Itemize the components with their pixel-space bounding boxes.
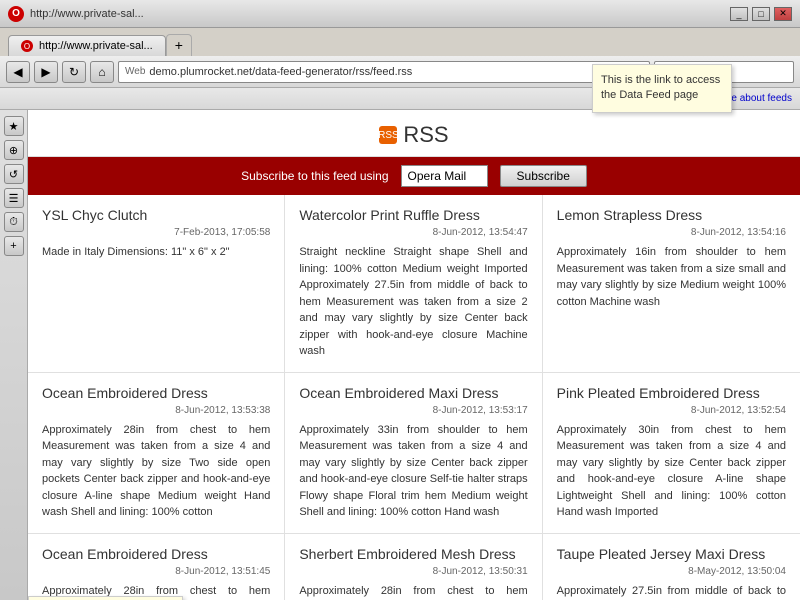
product-item-2: Watercolor Print Ruffle Dress 8-Jun-2012… (285, 195, 542, 373)
browser-chrome: O http://www.private-sal... _ □ ✕ O http… (0, 0, 800, 110)
address-bar[interactable]: Web demo.plumrocket.net/data-feed-genera… (118, 61, 650, 83)
product-name-2: Watercolor Print Ruffle Dress (299, 207, 527, 223)
product-name-6: Pink Pleated Embroidered Dress (557, 385, 786, 401)
product-grid: YSL Chyc Clutch 7-Feb-2013, 17:05:58 Mad… (28, 195, 800, 600)
product-name-9: Taupe Pleated Jersey Maxi Dress (557, 546, 786, 562)
product-date-6: 8-Jun-2012, 13:52:54 (557, 405, 786, 416)
product-desc-8: Approximately 28in from chest to hem Mea… (299, 583, 527, 600)
opera-logo: O (8, 6, 24, 22)
sidebar-mail-icon[interactable]: ☰ (4, 188, 24, 208)
window-controls: _ □ ✕ (730, 7, 792, 21)
product-desc-1: Made in Italy Dimensions: 11" x 6" x 2" (42, 244, 270, 261)
product-name-1: YSL Chyc Clutch (42, 207, 270, 223)
sidebar-speed-dial-icon[interactable]: ⊕ (4, 140, 24, 160)
product-desc-6: Approximately 30in from chest to hem Mea… (557, 422, 786, 521)
subscribe-label: Subscribe to this feed using (241, 169, 388, 183)
minimize-button[interactable]: _ (730, 7, 748, 21)
address-prefix: Web (125, 66, 145, 77)
title-bar: O http://www.private-sal... _ □ ✕ (0, 0, 800, 28)
product-date-5: 8-Jun-2012, 13:53:17 (299, 405, 527, 416)
tab-label: http://www.private-sal... (39, 40, 153, 52)
product-name-3: Lemon Strapless Dress (557, 207, 786, 223)
product-date-3: 8-Jun-2012, 13:54:16 (557, 227, 786, 238)
product-date-8: 8-Jun-2012, 13:50:31 (299, 566, 527, 577)
tooltip-box: This is the link to access the Data Feed… (592, 64, 732, 113)
product-item-4: Ocean Embroidered Dress 8-Jun-2012, 13:5… (28, 373, 285, 534)
product-date-4: 8-Jun-2012, 13:53:38 (42, 405, 270, 416)
address-text: demo.plumrocket.net/data-feed-generator/… (149, 66, 643, 78)
product-desc-5: Approximately 33in from shoulder to hem … (299, 422, 527, 521)
sidebar: ★ ⊕ ↺ ☰ ⏱ + (0, 110, 28, 600)
rss-title-container: RSS RSS (28, 122, 800, 148)
product-desc-9: Approximately 27.5in from middle of back… (557, 583, 786, 600)
new-tab-button[interactable]: + (166, 34, 192, 56)
close-button[interactable]: ✕ (774, 7, 792, 21)
xml-note-box: The xml structure created by means of Ma… (28, 596, 183, 600)
subscribe-button[interactable]: Subscribe (500, 165, 587, 187)
product-item-6: Pink Pleated Embroidered Dress 8-Jun-201… (543, 373, 800, 534)
product-date-7: 8-Jun-2012, 13:51:45 (42, 566, 270, 577)
product-desc-3: Approximately 16in from shoulder to hem … (557, 244, 786, 310)
product-item-3: Lemon Strapless Dress 8-Jun-2012, 13:54:… (543, 195, 800, 373)
product-date-9: 8-May-2012, 13:50:04 (557, 566, 786, 577)
product-date-1: 7-Feb-2013, 17:05:58 (42, 227, 270, 238)
rss-header: RSS RSS (28, 110, 800, 157)
page-content: RSS RSS Subscribe to this feed using Ope… (28, 110, 800, 600)
browser-body: ★ ⊕ ↺ ☰ ⏱ + RSS RSS Subscribe to this fe… (0, 110, 800, 600)
window-title: http://www.private-sal... (30, 8, 144, 20)
tooltip-text: This is the link to access the Data Feed… (601, 74, 720, 101)
home-button[interactable]: ⌂ (90, 61, 114, 83)
sidebar-clock-icon[interactable]: ⏱ (4, 212, 24, 232)
subscribe-select[interactable]: Opera Mail (401, 165, 488, 187)
subscribe-bar: Subscribe to this feed using Opera Mail … (28, 157, 800, 195)
back-button[interactable]: ◀ (6, 61, 30, 83)
product-name-4: Ocean Embroidered Dress (42, 385, 270, 401)
product-item-5: Ocean Embroidered Maxi Dress 8-Jun-2012,… (285, 373, 542, 534)
reload-button[interactable]: ↻ (62, 61, 86, 83)
sidebar-history-icon[interactable]: ↺ (4, 164, 24, 184)
product-desc-4: Approximately 28in from chest to hem Mea… (42, 422, 270, 521)
active-tab[interactable]: O http://www.private-sal... (8, 35, 166, 56)
product-item-8: Sherbert Embroidered Mesh Dress 8-Jun-20… (285, 534, 542, 600)
nav-bar: ◀ ▶ ↻ ⌂ Web demo.plumrocket.net/data-fee… (0, 56, 800, 88)
product-name-7: Ocean Embroidered Dress (42, 546, 270, 562)
product-name-5: Ocean Embroidered Maxi Dress (299, 385, 527, 401)
rss-icon: RSS (379, 126, 397, 144)
product-item-1: YSL Chyc Clutch 7-Feb-2013, 17:05:58 Mad… (28, 195, 285, 373)
sidebar-plus-icon[interactable]: + (4, 236, 24, 256)
product-desc-2: Straight neckline Straight shape Shell a… (299, 244, 527, 360)
product-item-9: Taupe Pleated Jersey Maxi Dress 8-May-20… (543, 534, 800, 600)
product-date-2: 8-Jun-2012, 13:54:47 (299, 227, 527, 238)
product-name-8: Sherbert Embroidered Mesh Dress (299, 546, 527, 562)
maximize-button[interactable]: □ (752, 7, 770, 21)
sidebar-bookmarks-icon[interactable]: ★ (4, 116, 24, 136)
product-item-7: The xml structure created by means of Ma… (28, 534, 285, 600)
tab-bar: O http://www.private-sal... + (0, 28, 800, 56)
forward-button[interactable]: ▶ (34, 61, 58, 83)
tab-favicon: O (21, 40, 33, 52)
rss-title-text: RSS (403, 122, 448, 148)
